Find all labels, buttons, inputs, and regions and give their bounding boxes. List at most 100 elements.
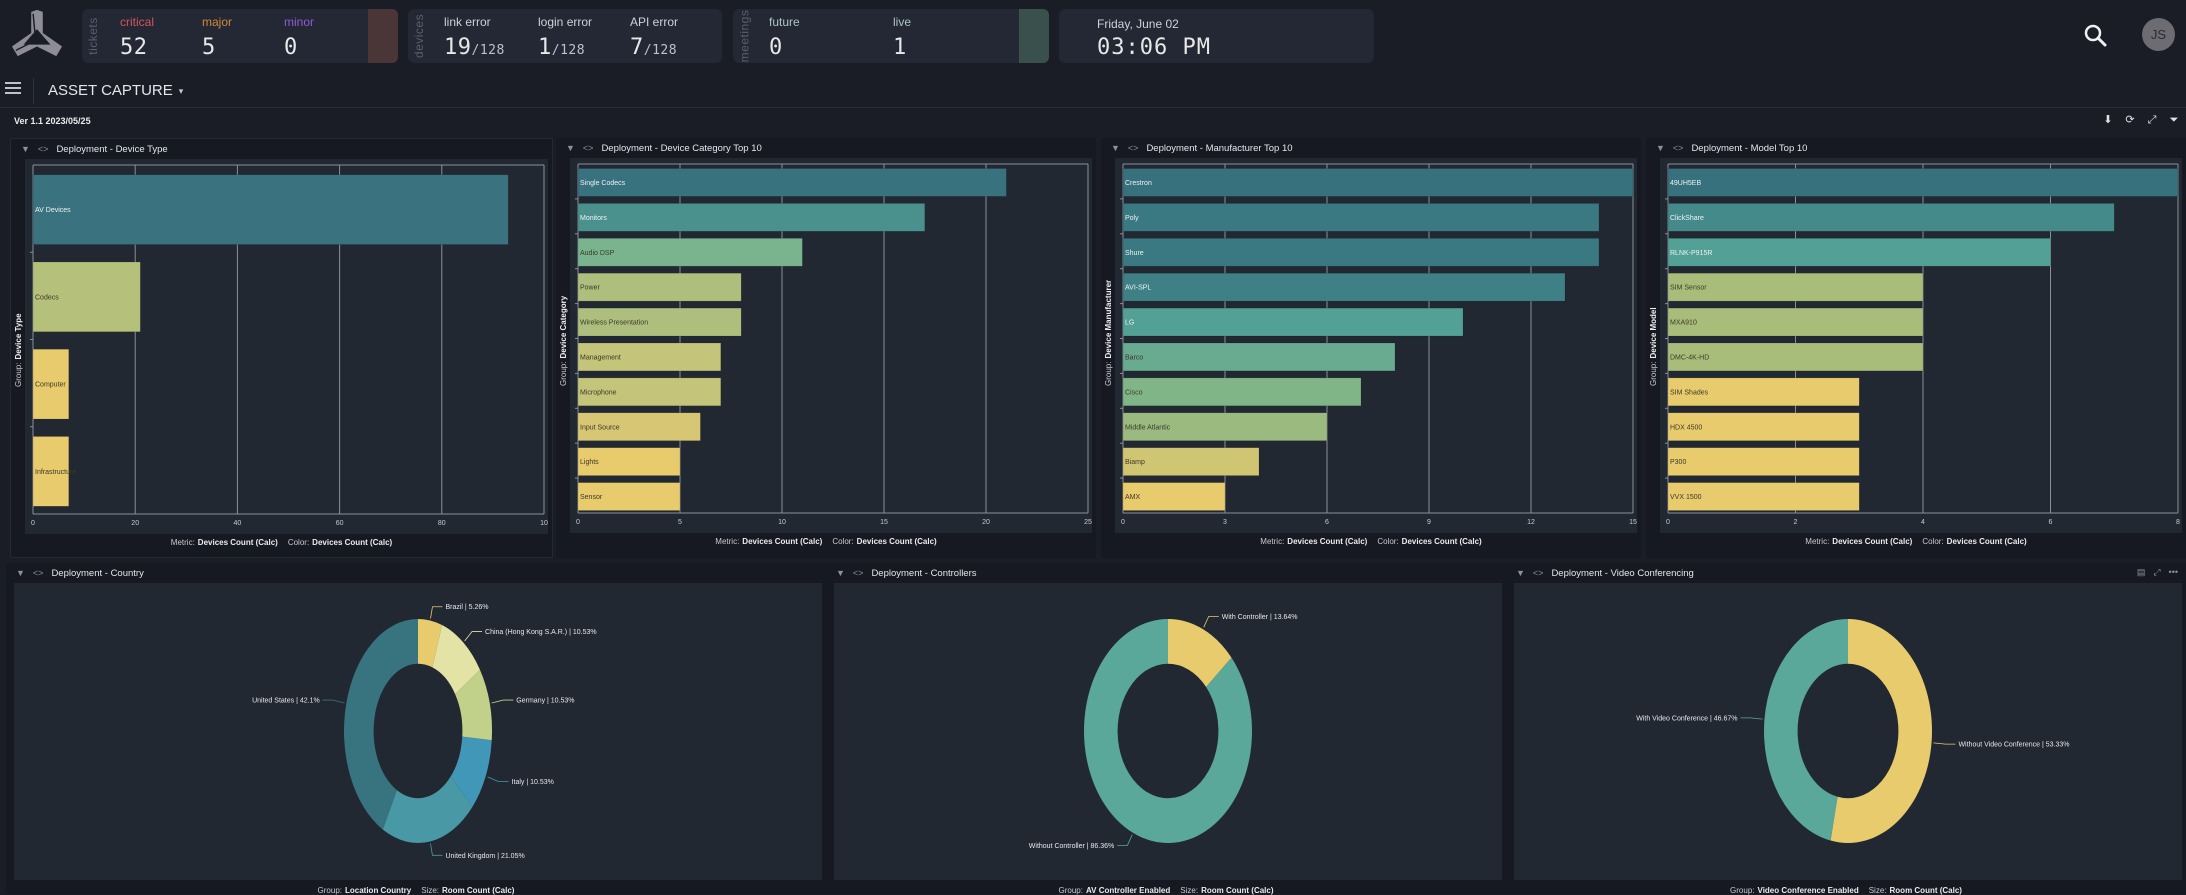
bar-label: Crestron: [1125, 180, 1152, 187]
user-avatar[interactable]: JS: [2142, 18, 2175, 51]
x-tick-label: 0: [1121, 519, 1125, 526]
filter-icon[interactable]: ▼: [16, 568, 25, 578]
x-tick-label: 0: [1666, 519, 1670, 526]
swap-icon[interactable]: <>: [583, 143, 594, 153]
app-title: ASSET CAPTURE: [48, 82, 173, 99]
bar-label: Infrastructure: [35, 469, 76, 476]
x-tick-label: 5: [678, 519, 682, 526]
bar[interactable]: [1122, 342, 1396, 372]
panel-device-category: ▼ <> Deployment - Device Category Top 10 0…: [556, 138, 1096, 558]
bar[interactable]: [1667, 238, 2051, 267]
bar-label: Input Source: [580, 424, 620, 431]
app-title-dropdown[interactable]: ASSET CAPTURE ▾: [48, 82, 183, 99]
stat-login-error[interactable]: login error 1/128: [538, 15, 592, 60]
menu-icon[interactable]: [5, 82, 21, 96]
meetings-card[interactable]: meetings future 0 live 1: [733, 9, 1049, 63]
stat-major[interactable]: major 5: [202, 15, 232, 60]
bar-label: SIM Shades: [1670, 389, 1709, 396]
donut-chart-plot: Without Video Conference | 53.33% With Vi…: [1514, 583, 2182, 880]
swap-icon[interactable]: <>: [33, 568, 44, 578]
x-tick-label: 15: [880, 519, 888, 526]
expand-icon[interactable]: ⤢: [2146, 114, 2158, 126]
x-tick-label: 40: [234, 520, 242, 527]
stat-future[interactable]: future 0: [769, 15, 800, 60]
filter-icon[interactable]: ▼: [21, 144, 30, 154]
bar[interactable]: [1122, 272, 1566, 302]
bar-label: P300: [1670, 459, 1686, 466]
devices-group-label: devices: [412, 13, 426, 59]
slice-label: With Video Conference | 46.67%: [1636, 715, 1737, 722]
tickets-status-swatch: [368, 9, 398, 63]
chart-caption: Metric: Devices Count (Calc) Color: Devices…: [1805, 537, 2027, 546]
bar[interactable]: [1122, 238, 1600, 267]
x-tick-label: 0: [31, 520, 35, 527]
download-icon[interactable]: ⬇: [2102, 114, 2114, 126]
x-tick-label: 60: [336, 520, 344, 527]
panel-device-type: ▼ <> Deployment - Device Type 0 20 40 60 80 10 A…: [10, 138, 553, 558]
nav-bar: ASSET CAPTURE ▾: [0, 72, 2186, 108]
bar-chart-plot: 0 20 40 60 80 10 AV Devices Codecs Computer Infra…: [25, 159, 548, 534]
more-icon[interactable]: •••: [2169, 567, 2178, 578]
filter-icon[interactable]: ▼: [1111, 143, 1120, 153]
stat-minor[interactable]: minor 0: [284, 15, 314, 60]
panel-controllers: ▼ <> Deployment - Controllers With Control…: [826, 563, 1506, 895]
expand-icon[interactable]: ⤢: [2153, 567, 2160, 578]
filter-icon[interactable]: ▼: [836, 568, 845, 578]
panel-title: Deployment - Controllers: [871, 567, 977, 579]
donut-chart-svg: Brazil | 5.26% China (Hong Kong S.A.R.) |…: [252, 604, 596, 860]
bar[interactable]: [1667, 307, 1924, 337]
bar-label: VVX 1500: [1670, 494, 1702, 501]
bar-chart-svg: 0 5 10 15 20 25 Single Codecs Monitors Audio DSP…: [575, 163, 1092, 526]
meetings-group-label: meetings: [737, 9, 752, 63]
slice-label: Brazil | 5.26%: [445, 604, 488, 611]
swap-icon[interactable]: <>: [1128, 143, 1139, 153]
app-logo-icon[interactable]: [8, 8, 66, 60]
bar[interactable]: [577, 203, 926, 232]
filter-icon[interactable]: ▼: [1516, 568, 1525, 578]
stat-live[interactable]: live 1: [893, 15, 911, 60]
stat-api-error[interactable]: API error 7/128: [630, 15, 678, 60]
bar[interactable]: [1667, 168, 2179, 197]
bar-label: Codecs: [35, 294, 59, 301]
leader-line: [464, 631, 483, 642]
stat-link-error[interactable]: link error 19/128: [444, 15, 505, 60]
swap-icon[interactable]: <>: [853, 568, 864, 578]
filter-icon[interactable]: ▼: [566, 143, 575, 153]
x-tick-label: 3: [1223, 519, 1227, 526]
swap-icon[interactable]: <>: [1533, 568, 1544, 578]
bar[interactable]: [1122, 168, 1634, 197]
slice-label: United Kingdom | 21.05%: [445, 853, 524, 860]
filter-icon[interactable]: ▼: [1656, 143, 1665, 153]
filter-icon[interactable]: ⏷: [2168, 114, 2180, 126]
x-tick-label: 2: [1794, 519, 1798, 526]
bar[interactable]: [577, 272, 742, 302]
donut-slice[interactable]: [1764, 619, 1848, 841]
bar[interactable]: [1122, 377, 1362, 407]
y-axis-label: Group:Device Manufacturer: [1104, 279, 1113, 386]
panel-manufacturer: ▼ <> Deployment - Manufacturer Top 10 0 3 6 9…: [1101, 138, 1641, 558]
slice-label: Without Video Conference | 53.33%: [1958, 742, 2069, 749]
bar[interactable]: [1122, 203, 1600, 232]
bar[interactable]: [577, 168, 1007, 197]
stat-critical[interactable]: critical 52: [120, 15, 154, 60]
bar-label: Power: [580, 285, 601, 292]
save-icon[interactable]: ▤: [2137, 567, 2146, 578]
search-icon[interactable]: [2082, 22, 2110, 50]
chart-caption: Metric: Devices Count (Calc) Color: Devices…: [715, 537, 937, 546]
slice-label: Without Controller | 86.36%: [1029, 843, 1114, 850]
donut-chart-svg: Without Video Conference | 53.33% With Vi…: [1636, 619, 2070, 843]
panel-title: Deployment - Model Top 10: [1691, 142, 1808, 154]
bar-label: Cisco: [1125, 389, 1143, 396]
swap-icon[interactable]: <>: [38, 144, 49, 154]
leader-line: [1933, 742, 1956, 745]
bar[interactable]: [1122, 307, 1464, 337]
bar[interactable]: [1667, 447, 1860, 476]
tickets-card[interactable]: tickets critical 52 major 5 minor 0: [82, 9, 398, 63]
bar-label: RLNK-P915R: [1670, 250, 1712, 257]
bar[interactable]: [32, 174, 509, 245]
swap-icon[interactable]: <>: [1673, 143, 1684, 153]
refresh-icon[interactable]: ⟳: [2124, 114, 2136, 126]
devices-card[interactable]: devices link error 19/128 login error 1/…: [408, 9, 722, 63]
top-bar: tickets critical 52 major 5 minor 0 devi…: [0, 0, 2186, 72]
bar[interactable]: [1667, 203, 2115, 232]
